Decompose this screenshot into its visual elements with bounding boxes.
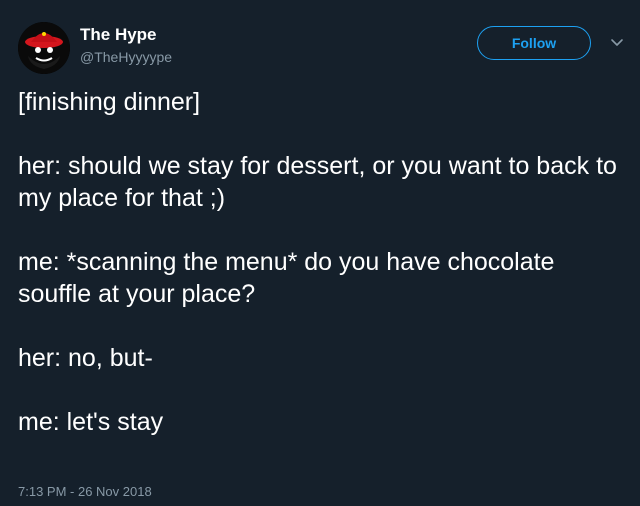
more-options-caret[interactable] <box>608 34 626 52</box>
avatar[interactable] <box>18 22 70 74</box>
tweet-line: [finishing dinner] <box>18 88 201 116</box>
user-handle[interactable]: @TheHyyyype <box>80 48 172 66</box>
display-name[interactable]: The Hype <box>80 24 172 46</box>
tweet-line: her: no, but- <box>18 344 153 372</box>
avatar-icon <box>18 22 70 74</box>
tweet-line: her: should we stay for dessert, or you … <box>18 152 617 212</box>
user-info: The Hype @TheHyyyype <box>80 24 172 66</box>
tweet-header: The Hype @TheHyyyype Follow <box>18 16 623 74</box>
tweet-line: me: let's stay <box>18 408 164 436</box>
tweet-text: [finishing dinner] her: should we stay f… <box>18 86 622 438</box>
tweet-line: me: *scanning the menu* do you have choc… <box>18 248 555 308</box>
follow-button[interactable]: Follow <box>477 26 591 60</box>
chevron-down-icon <box>611 39 623 46</box>
tweet-timestamp[interactable]: 7:13 PM - 26 Nov 2018 <box>18 483 152 501</box>
